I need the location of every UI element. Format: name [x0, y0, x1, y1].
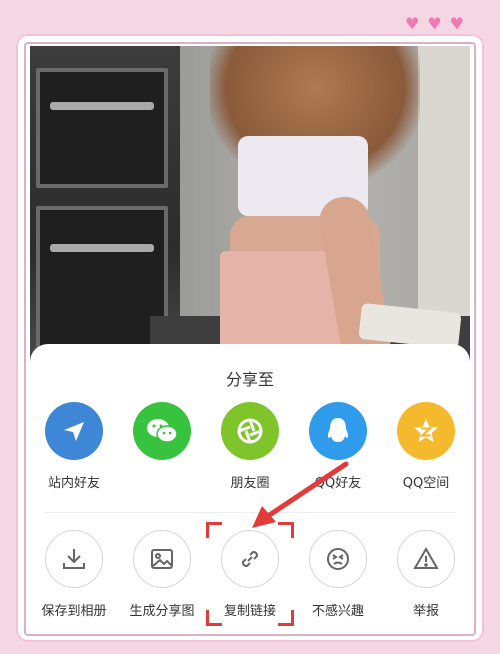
share-target-label: QQ空间 — [402, 476, 450, 491]
heart-icon: ♥ — [427, 14, 442, 33]
oven-handle — [50, 244, 154, 252]
action-label: 不感兴趣 — [311, 604, 364, 619]
qq-penguin-icon — [309, 402, 367, 460]
lower-oven — [36, 206, 168, 356]
share-target-label: 朋友圈 — [230, 476, 270, 491]
copy-link-button[interactable]: 复制链接 — [206, 530, 294, 619]
moments-shutter-icon — [221, 402, 279, 460]
row-divider — [44, 512, 456, 513]
share-target-label: QQ好友 — [314, 476, 362, 491]
send-arrow-icon — [45, 402, 103, 460]
oven-handle — [50, 102, 154, 110]
qzone-star-icon — [397, 402, 455, 460]
link-icon — [221, 530, 279, 588]
upper-oven — [36, 68, 168, 188]
highlight-corner — [206, 610, 222, 626]
annoyed-face-icon — [309, 530, 367, 588]
share-to-wechat[interactable] — [118, 402, 206, 472]
heart-icon: ♥ — [404, 14, 420, 33]
share-sheet: 分享至 站内好友 朋友圈 QQ好友 QQ空间 保存到相册 生成分享图 复制链接 … — [30, 344, 470, 634]
highlight-corner — [206, 522, 222, 538]
generate-share-image-button[interactable]: 生成分享图 — [118, 530, 206, 619]
warning-triangle-icon — [397, 530, 455, 588]
heart-icon: ♥ — [449, 14, 464, 33]
decorative-hearts: ♥ ♥ ♥ — [405, 16, 464, 32]
report-button[interactable]: 举报 — [382, 530, 470, 619]
share-to-qq-friend[interactable]: QQ好友 — [294, 402, 382, 491]
share-to-qzone[interactable]: QQ空间 — [382, 402, 470, 491]
video-background — [30, 46, 470, 386]
share-to-site-friend[interactable]: 站内好友 — [30, 402, 118, 491]
share-target-label: 站内好友 — [47, 476, 100, 491]
action-label: 生成分享图 — [129, 604, 195, 619]
share-to-moments[interactable]: 朋友圈 — [206, 402, 294, 491]
download-icon — [45, 530, 103, 588]
wechat-icon — [133, 402, 191, 460]
action-label: 举报 — [412, 604, 439, 619]
highlight-corner — [278, 522, 294, 538]
image-icon — [133, 530, 191, 588]
action-label: 保存到相册 — [41, 604, 107, 619]
highlight-corner — [278, 610, 294, 626]
share-sheet-title: 分享至 — [225, 370, 274, 389]
not-interested-button[interactable]: 不感兴趣 — [294, 530, 382, 619]
kitchen-door — [418, 46, 470, 346]
save-to-album-button[interactable]: 保存到相册 — [30, 530, 118, 619]
